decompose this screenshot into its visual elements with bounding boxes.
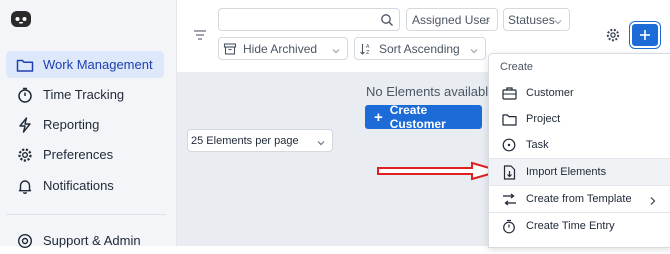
app-logo-icon[interactable] — [10, 8, 32, 30]
chevron-down-icon — [481, 15, 491, 25]
create-menu: Create Customer Project Task Import Elem… — [488, 53, 670, 248]
sidebar-item-label: Reporting — [43, 117, 100, 132]
per-page-select[interactable]: 25 Elements per page — [187, 129, 333, 152]
chevron-right-icon — [649, 194, 657, 205]
sidebar-item-preferences[interactable]: Preferences — [6, 141, 164, 168]
menu-item-create-from-template[interactable]: Create from Template — [489, 186, 670, 212]
menu-item-project[interactable]: Project — [489, 106, 670, 132]
annotation-arrow-icon — [376, 160, 504, 182]
sidebar-item-label: Time Tracking — [43, 87, 125, 102]
create-customer-label: Create Customer — [389, 103, 446, 131]
sort-icon: AZ — [359, 42, 373, 56]
bell-icon — [16, 177, 34, 195]
folder-icon — [501, 111, 517, 127]
sidebar-divider — [6, 214, 166, 215]
statuses-label: Statuses — [508, 12, 555, 27]
stopwatch-icon — [16, 86, 34, 104]
search-icon[interactable] — [380, 13, 394, 27]
create-menu-header: Create — [500, 61, 534, 73]
sidebar-item-notifications[interactable]: Notifications — [6, 172, 164, 199]
lightning-icon — [16, 116, 34, 134]
menu-item-label: Import Elements — [526, 166, 607, 178]
sidebar-item-label: Notifications — [43, 178, 114, 193]
hide-archived-select[interactable]: Hide Archived — [218, 37, 348, 60]
archive-icon — [223, 42, 237, 56]
create-customer-button[interactable]: + Create Customer — [365, 103, 482, 131]
stopwatch-icon — [501, 218, 517, 234]
sidebar-item-support-admin[interactable]: Support & Admin — [6, 227, 164, 254]
assigned-user-label: Assigned User — [412, 12, 491, 27]
menu-item-import-elements[interactable]: Import Elements — [489, 159, 670, 185]
chevron-down-icon — [469, 44, 479, 54]
create-button[interactable] — [632, 24, 658, 46]
briefcase-icon — [501, 85, 517, 101]
import-file-icon — [501, 164, 517, 180]
template-icon — [501, 191, 517, 207]
filter-icon[interactable] — [192, 27, 208, 43]
chevron-down-icon — [316, 136, 326, 146]
chevron-down-icon — [331, 44, 341, 54]
menu-item-task[interactable]: Task — [489, 132, 670, 158]
sidebar-item-time-tracking[interactable]: Time Tracking — [6, 81, 164, 108]
menu-item-label: Create from Template — [526, 193, 632, 205]
menu-item-label: Create Time Entry — [526, 220, 615, 232]
empty-state-text: No Elements available — [366, 84, 496, 99]
folder-icon — [16, 56, 34, 74]
hide-archived-label: Hide Archived — [243, 41, 318, 56]
plus-icon — [639, 29, 651, 41]
menu-item-label: Task — [526, 139, 549, 151]
sidebar: Work Management Time Tracking Reporting … — [0, 0, 177, 248]
per-page-label: 25 Elements per page — [191, 134, 299, 147]
task-circle-icon — [501, 137, 517, 153]
sort-select[interactable]: AZ Sort Ascending — [354, 37, 486, 60]
chevron-down-icon — [553, 15, 563, 25]
statuses-select[interactable]: Statuses — [503, 8, 570, 31]
sidebar-item-reporting[interactable]: Reporting — [6, 111, 164, 138]
sort-label: Sort Ascending — [379, 41, 460, 56]
assigned-user-select[interactable]: Assigned User — [406, 8, 498, 31]
search-input[interactable] — [218, 8, 400, 31]
gear-icon — [16, 146, 34, 164]
sidebar-item-label: Work Management — [43, 57, 153, 72]
menu-item-label: Project — [526, 113, 561, 125]
menu-item-create-time-entry[interactable]: Create Time Entry — [489, 213, 670, 239]
menu-item-customer[interactable]: Customer — [489, 80, 670, 106]
help-icon — [16, 232, 34, 250]
gear-icon[interactable] — [605, 27, 621, 43]
menu-item-label: Customer — [526, 87, 574, 99]
svg-text:Z: Z — [366, 50, 370, 56]
sidebar-item-work-management[interactable]: Work Management — [6, 51, 164, 78]
plus-icon: + — [374, 108, 383, 126]
sidebar-item-label: Preferences — [43, 147, 114, 162]
